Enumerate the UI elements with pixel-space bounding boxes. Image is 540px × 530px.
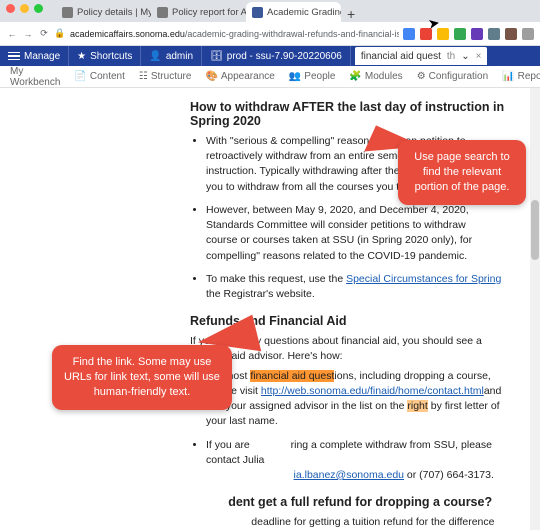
extension-icon[interactable] <box>505 28 517 40</box>
db-icon: 🗄 <box>210 51 223 62</box>
scrollbar[interactable] <box>530 88 540 530</box>
browser-tabstrip: Policy details | My Policies | P Policy … <box>0 0 540 22</box>
list-item: To make this request, use the Special Ci… <box>206 272 516 302</box>
reload-icon[interactable]: ⟳ <box>38 28 50 40</box>
nav-content[interactable]: 📄Content <box>68 71 130 82</box>
new-tab-button[interactable]: + <box>341 6 361 22</box>
gear-icon: ⚙ <box>417 71 426 82</box>
heading-refund-drop: dent get a full refund for dropping a co… <box>190 495 516 509</box>
nav-reports[interactable]: 📊Reports <box>496 71 540 82</box>
nav-configuration[interactable]: ⚙Configuration <box>411 71 494 82</box>
admin-secondary-nav: My Workbench 📄Content ☷Structure 🎨Appear… <box>0 66 540 88</box>
tab-title: Academic Grading, Withdraw <box>267 7 341 18</box>
search-result-tab[interactable]: financial aid quest th ⌄ × <box>355 47 488 65</box>
manage-menu[interactable]: Manage <box>0 46 69 66</box>
shortcuts-label: Shortcuts <box>90 51 132 62</box>
content-icon: 📄 <box>74 71 86 82</box>
people-icon: 👥 <box>289 71 301 82</box>
shortcuts-menu[interactable]: ★ Shortcuts <box>69 46 141 66</box>
nav-workbench[interactable]: My Workbench <box>4 66 66 88</box>
extension-icon[interactable] <box>471 28 483 40</box>
env-indicator[interactable]: 🗄 prod - ssu-7.90-20220606 <box>202 46 351 66</box>
close-icon[interactable]: × <box>476 51 482 62</box>
star-icon: ★ <box>77 51 86 62</box>
url-field[interactable]: academicaffairs.sonoma.edu/academic-grad… <box>70 29 399 39</box>
url-domain: academicaffairs.sonoma.edu <box>70 29 185 39</box>
search-term: financial aid quest <box>361 51 441 62</box>
url-path: /academic-grading-withdrawal-refunds-and… <box>185 29 399 39</box>
forward-icon[interactable]: → <box>22 28 34 40</box>
modules-icon: 🧩 <box>349 71 361 82</box>
nav-appearance[interactable]: 🎨Appearance <box>199 71 280 82</box>
manage-label: Manage <box>24 51 60 62</box>
extension-icon[interactable] <box>522 28 534 40</box>
list-item: For most financial aid questions, includ… <box>206 369 516 430</box>
lock-icon: 🔒 <box>54 28 66 40</box>
env-label: prod - ssu-7.90-20220606 <box>227 51 342 62</box>
chart-icon: 📊 <box>502 71 514 82</box>
nav-people[interactable]: 👥People <box>283 71 342 82</box>
link-special-circumstances[interactable]: Special Circumstances for Spring <box>346 273 501 285</box>
extension-icon[interactable] <box>488 28 500 40</box>
highlighted-search-match: financial aid quest <box>250 370 334 382</box>
close-window-icon[interactable] <box>6 4 15 13</box>
nav-structure[interactable]: ☷Structure <box>133 71 198 82</box>
extension-icon[interactable] <box>403 28 415 40</box>
annotation-callout: Use page search to find the relevant por… <box>398 140 526 205</box>
browser-tab[interactable]: Policy report for Academic Gr <box>151 2 246 22</box>
chevron-down-icon[interactable]: ⌄ <box>461 51 469 62</box>
browser-tab-active[interactable]: Academic Grading, Withdraw <box>246 2 341 22</box>
list-item: If you are ring a complete withdraw from… <box>206 438 516 484</box>
extension-icons <box>403 28 534 40</box>
admin-toolbar: Manage ★ Shortcuts 👤 admin 🗄 prod - ssu-… <box>0 46 540 66</box>
heading-withdraw: How to withdraw AFTER the last day of in… <box>190 100 516 128</box>
scrollbar-thumb[interactable] <box>531 200 539 260</box>
structure-icon: ☷ <box>139 71 148 82</box>
browser-tab[interactable]: Policy details | My Policies | P <box>56 2 151 22</box>
user-icon: 👤 <box>149 51 161 62</box>
appearance-icon: 🎨 <box>205 71 217 82</box>
nav-modules[interactable]: 🧩Modules <box>343 71 408 82</box>
highlighted-text: right <box>407 400 427 412</box>
search-meta: th <box>447 51 455 62</box>
tab-title: Policy details | My Policies | P <box>77 7 151 18</box>
tab-title: Policy report for Academic Gr <box>172 7 246 18</box>
minimize-window-icon[interactable] <box>20 4 29 13</box>
maximize-window-icon[interactable] <box>34 4 43 13</box>
favicon-icon <box>252 7 263 18</box>
paragraph: deadline for getting a tuition refund fo… <box>190 515 516 530</box>
hamburger-icon <box>8 52 20 61</box>
window-controls <box>6 4 43 13</box>
favicon-icon <box>62 7 73 18</box>
admin-user[interactable]: 👤 admin <box>141 46 202 66</box>
address-bar: ← → ⟳ 🔒 academicaffairs.sonoma.edu/acade… <box>0 22 540 46</box>
list-item: However, between May 9, 2020, and Decemb… <box>206 203 516 264</box>
extension-icon[interactable] <box>454 28 466 40</box>
link-email[interactable]: ia.lbanez@sonoma.edu <box>294 469 404 481</box>
link-finaid-contact[interactable]: http://web.sonoma.edu/finaid/home/contac… <box>261 385 484 397</box>
back-icon[interactable]: ← <box>6 28 18 40</box>
favicon-icon <box>157 7 168 18</box>
admin-label: admin <box>166 51 193 62</box>
annotation-callout: Find the link. Some may use URLs for lin… <box>52 345 232 410</box>
